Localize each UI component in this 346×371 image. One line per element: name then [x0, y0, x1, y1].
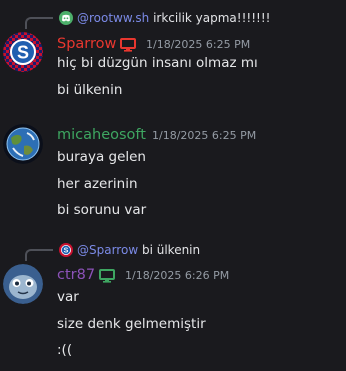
- reply-mention[interactable]: @rootww.sh: [77, 11, 149, 25]
- message-line: :((: [57, 342, 73, 358]
- message-line: her azerinin: [57, 176, 138, 192]
- avatar[interactable]: [3, 264, 43, 304]
- svg-text:S: S: [64, 248, 69, 255]
- username[interactable]: ctr87: [57, 266, 95, 284]
- timestamp: 1/18/2025 6:25 PM: [146, 38, 251, 51]
- svg-text:S: S: [17, 43, 29, 63]
- reply-line: [25, 249, 53, 261]
- reply-content: irkcilik yapma!!!!!!!: [153, 11, 271, 25]
- message-line: var: [57, 289, 79, 305]
- reply-line: [25, 17, 53, 29]
- message-line: buraya gelen: [57, 149, 146, 165]
- message-line: hiç bi düzgün insanı olmaz mı: [57, 55, 258, 71]
- message-line: size denk gelmemiştir: [57, 316, 206, 332]
- desktop-icon: [120, 37, 136, 52]
- message-line: bi ülkenin: [57, 82, 123, 98]
- username[interactable]: micaheosoft: [57, 126, 146, 144]
- timestamp: 1/18/2025 6:25 PM: [152, 129, 257, 142]
- message-line: bi sorunu var: [57, 202, 147, 218]
- sparrow-avatar-mini: S: [59, 243, 73, 257]
- desktop-icon: [99, 268, 115, 283]
- reply-content: bi ülkenin: [141, 243, 201, 257]
- avatar[interactable]: [3, 124, 43, 164]
- reply-preview[interactable]: S @Sparrow bi ülkenin: [59, 243, 200, 257]
- timestamp: 1/18/2025 6:26 PM: [125, 269, 230, 282]
- discord-icon: [59, 11, 73, 25]
- reply-preview[interactable]: @rootww.sh irkcilik yapma!!!!!!!: [59, 11, 270, 25]
- username[interactable]: Sparrow: [57, 35, 116, 53]
- avatar[interactable]: S: [3, 32, 43, 72]
- reply-mention[interactable]: @Sparrow: [77, 243, 138, 257]
